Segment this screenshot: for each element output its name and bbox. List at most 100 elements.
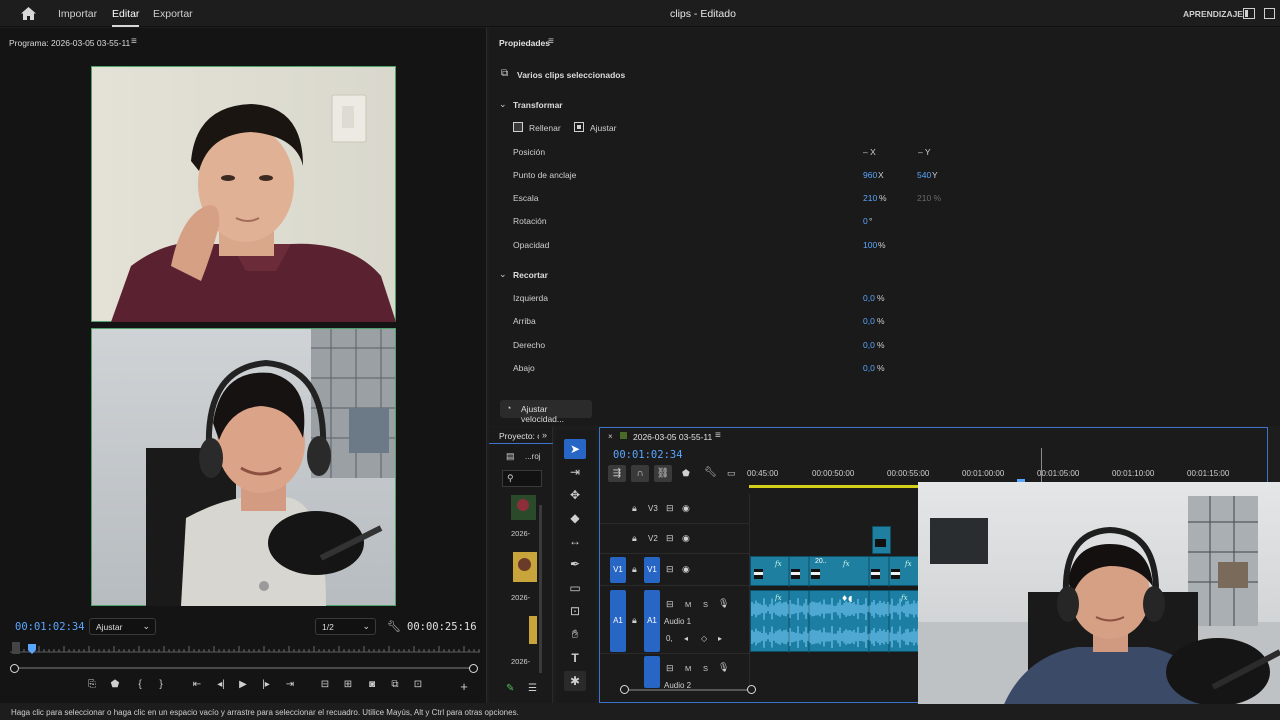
- go-to-in-icon[interactable]: ⇤: [189, 679, 205, 690]
- marker-icon[interactable]: ⬟: [107, 679, 123, 690]
- linked-selection-icon[interactable]: ⛓: [654, 465, 672, 482]
- program-ruler[interactable]: [10, 640, 480, 656]
- zoom-handle-left[interactable]: [10, 664, 19, 673]
- mute-button[interactable]: M: [685, 664, 691, 673]
- transform-header[interactable]: Transformar: [513, 100, 563, 110]
- lock-icon[interactable]: 🔒︎: [632, 564, 637, 575]
- clip-a1[interactable]: fx fx ♦◖: [750, 590, 920, 653]
- comparison-icon[interactable]: ⧉: [387, 679, 403, 690]
- video-top-camera[interactable]: [91, 66, 396, 322]
- play-icon[interactable]: ▶: [235, 679, 251, 690]
- clip-thumbnail-2[interactable]: [513, 552, 537, 582]
- wrench-icon[interactable]: 🔧︎: [387, 620, 401, 633]
- position-x[interactable]: – X: [863, 147, 876, 157]
- camera-icon[interactable]: ◙: [364, 679, 380, 690]
- pencil-icon[interactable]: ✎: [506, 683, 514, 694]
- zoom-tool-icon[interactable]: ⊡: [564, 601, 586, 621]
- program-timecode[interactable]: 00:01:02:34: [15, 621, 85, 633]
- slip-icon[interactable]: ↔: [564, 531, 586, 551]
- insert-icon[interactable]: ⊟: [317, 679, 333, 690]
- solo-button[interactable]: S: [703, 600, 708, 609]
- crop-left-value[interactable]: 0,0: [863, 293, 875, 303]
- program-menu-icon[interactable]: ≡: [131, 36, 137, 47]
- resolution-dropdown[interactable]: 1/2 ⌄: [315, 618, 376, 635]
- project-search-input[interactable]: ⚲: [502, 470, 542, 487]
- sync-icon[interactable]: ⊟: [666, 564, 674, 575]
- source-a1-button[interactable]: A1: [610, 590, 626, 652]
- sync-icon[interactable]: ⊟: [666, 533, 674, 544]
- microphone-icon[interactable]: 🎙︎: [718, 598, 729, 609]
- fit-dropdown[interactable]: Ajustar ⌄: [89, 618, 156, 635]
- eye-icon[interactable]: ◉: [682, 533, 690, 544]
- sequence-title[interactable]: 2026-03-05 03-55-11: [633, 432, 712, 442]
- razor-icon[interactable]: ◆: [564, 508, 586, 528]
- track-a2-button[interactable]: [644, 656, 660, 688]
- timeline-scrollbar[interactable]: [625, 689, 752, 691]
- home-icon[interactable]: [21, 7, 36, 20]
- anchor-x-value[interactable]: 960: [863, 170, 877, 180]
- captions-icon[interactable]: ▭: [727, 468, 736, 479]
- source-v1-button[interactable]: V1: [610, 557, 626, 583]
- eye-icon[interactable]: ◉: [682, 564, 690, 575]
- scroll-handle-left[interactable]: [620, 685, 629, 694]
- eye-icon[interactable]: ◉: [682, 503, 690, 514]
- menu-import[interactable]: Importar: [58, 8, 97, 20]
- settings-wrench-icon[interactable]: 🔧︎: [704, 467, 717, 478]
- list-view-icon[interactable]: ☰: [528, 683, 537, 694]
- scale-value[interactable]: 210: [863, 193, 877, 203]
- close-icon[interactable]: ×: [608, 432, 613, 441]
- hand-icon[interactable]: ✋︎: [564, 624, 586, 644]
- lift-icon[interactable]: ⎘: [84, 679, 100, 690]
- track-a1-button[interactable]: A1: [644, 590, 660, 652]
- track-a1-level[interactable]: 0,: [666, 634, 673, 643]
- anchor-y-value[interactable]: 540: [917, 170, 931, 180]
- pen-icon[interactable]: ✒: [564, 554, 586, 574]
- fill-label[interactable]: Rellenar: [529, 123, 561, 133]
- clip-thumbnail-1[interactable]: [511, 495, 536, 520]
- lock-icon[interactable]: 🔒︎: [632, 533, 637, 544]
- ripple-edit-icon[interactable]: ✥: [564, 485, 586, 505]
- video-bottom-camera[interactable]: [91, 328, 396, 606]
- sync-icon[interactable]: ⊟: [666, 599, 674, 610]
- clip-v2[interactable]: [872, 526, 891, 554]
- lock-icon[interactable]: 🔒︎: [632, 503, 637, 514]
- keyframe-icon[interactable]: ◇: [701, 634, 707, 643]
- fit-icon[interactable]: [574, 122, 584, 132]
- sync-icon[interactable]: ⊟: [666, 663, 674, 674]
- add-marker-icon[interactable]: ⬟: [682, 468, 690, 479]
- opacity-value[interactable]: 100: [863, 240, 877, 250]
- proxy-icon[interactable]: ⊡: [410, 679, 426, 690]
- lock-icon[interactable]: 🔒︎: [632, 615, 637, 626]
- timeline-menu-icon[interactable]: ≡: [715, 430, 721, 441]
- text-icon[interactable]: T: [564, 648, 586, 668]
- fullscreen-icon[interactable]: [1264, 8, 1275, 19]
- track-v1-button[interactable]: V1: [644, 557, 660, 583]
- chevron-down-icon[interactable]: ⌄: [499, 99, 507, 110]
- rotation-value[interactable]: 0: [863, 216, 868, 226]
- prev-keyframe-icon[interactable]: ◂: [684, 634, 688, 643]
- project-scrollbar[interactable]: [539, 505, 542, 673]
- learning-button[interactable]: APRENDIZAJE: [1183, 9, 1243, 19]
- scroll-handle-right[interactable]: [747, 685, 756, 694]
- next-keyframe-icon[interactable]: ▸: [718, 634, 722, 643]
- mute-button[interactable]: M: [685, 600, 691, 609]
- properties-menu-icon[interactable]: ≡: [548, 36, 554, 47]
- fit-label[interactable]: Ajustar: [590, 123, 616, 133]
- overwrite-icon[interactable]: ⊞: [340, 679, 356, 690]
- crop-header[interactable]: Recortar: [513, 270, 548, 280]
- mark-out-icon[interactable]: }: [153, 679, 169, 690]
- speed-button[interactable]: ◔ Ajustar velocidad...: [500, 400, 592, 424]
- insert-nest-icon[interactable]: ⇶: [608, 465, 626, 482]
- position-y[interactable]: – Y: [918, 147, 931, 157]
- track-select-icon[interactable]: ⇥: [564, 462, 586, 482]
- crop-right-value[interactable]: 0,0: [863, 340, 875, 350]
- crop-top-value[interactable]: 0,0: [863, 316, 875, 326]
- rectangle-icon[interactable]: ▭: [564, 578, 586, 598]
- panel-layout-icon[interactable]: [1243, 8, 1255, 19]
- project-title[interactable]: Proyecto: c: [499, 431, 539, 441]
- menu-edit[interactable]: Editar: [112, 8, 140, 27]
- step-back-icon[interactable]: ◂|: [213, 679, 229, 690]
- go-to-out-icon[interactable]: ⇥: [282, 679, 298, 690]
- snap-icon[interactable]: ∩: [631, 465, 649, 482]
- fill-icon[interactable]: [513, 122, 523, 132]
